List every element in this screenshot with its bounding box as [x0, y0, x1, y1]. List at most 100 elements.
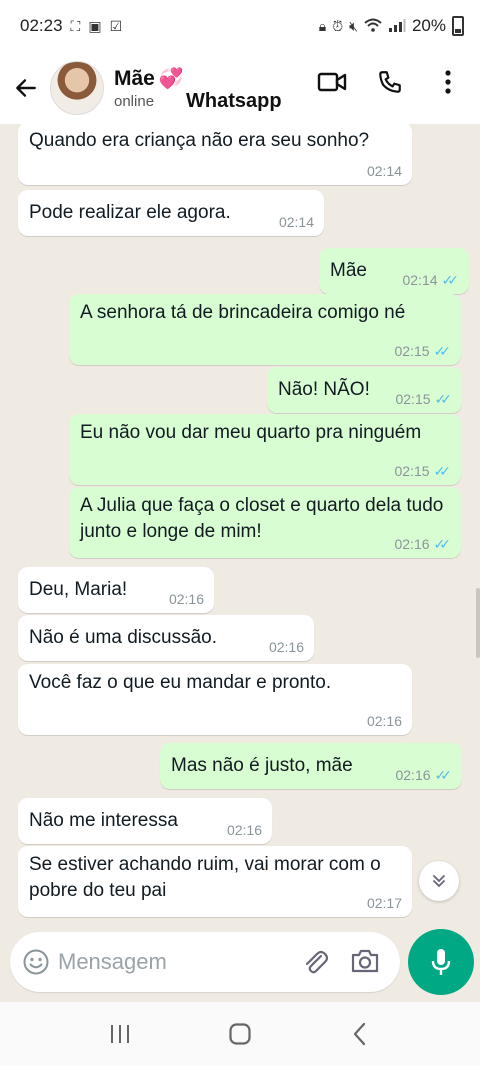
message-text: Não! NÃO! [278, 379, 370, 400]
message-time: 02:16 [395, 767, 431, 783]
emoji-icon [23, 949, 49, 975]
message-text: Eu não vou dar meu quarto pra ninguém [80, 422, 422, 443]
message-composer [10, 932, 400, 992]
attach-button[interactable] [300, 947, 330, 977]
more-options-button[interactable] [430, 64, 466, 100]
more-vertical-icon [445, 70, 451, 94]
message-meta: 02:16 [227, 822, 262, 838]
voice-message-button[interactable] [408, 929, 474, 995]
message-time: 02:16 [366, 713, 402, 729]
read-receipt-icon: ✓✓ [433, 463, 452, 479]
camera-icon [351, 949, 379, 973]
message-text: Deu, Maria! [29, 579, 128, 600]
message-meta: 02:16 [367, 713, 402, 729]
incoming-message[interactable]: Você faz o que eu mandar e pronto. 02:16 [18, 664, 412, 735]
message-text: Quando era criança não era seu sonho? [29, 130, 370, 151]
message-time: 02:15 [394, 463, 430, 479]
home-icon [229, 1023, 251, 1045]
check-notification-icon: ☑ [109, 18, 123, 34]
outgoing-message[interactable]: A senhora tá de brincadeira comigo né 02:… [69, 294, 461, 365]
voice-call-button[interactable] [372, 64, 408, 100]
outgoing-message[interactable]: A Julia que faça o closet e quarto dela … [69, 487, 461, 558]
outgoing-message[interactable]: Não! NÃO! 02:15 ✓✓ [267, 367, 462, 413]
contact-name: Mãe [114, 66, 155, 90]
message-meta: 02:16 [269, 639, 304, 655]
message-meta: 02:14 ✓✓ [402, 272, 459, 288]
incoming-message[interactable]: Deu, Maria! 02:16 [18, 567, 214, 613]
message-time: 02:15 [395, 391, 431, 407]
read-receipt-icon: ✓✓ [433, 536, 452, 552]
message-text: A senhora tá de brincadeira comigo né [80, 302, 406, 323]
message-text: Mas não é justo, mãe [171, 755, 353, 776]
message-time: 02:14 [278, 214, 314, 230]
incoming-message[interactable]: Não é uma discussão. 02:16 [18, 615, 314, 661]
message-meta: 02:14 [279, 214, 314, 230]
header-actions [314, 62, 466, 102]
message-time: 02:16 [226, 822, 262, 838]
message-meta: 02:15 ✓✓ [394, 343, 451, 359]
message-time: 02:14 [402, 272, 438, 288]
read-receipt-icon: ✓✓ [433, 343, 452, 359]
incoming-message[interactable]: Quando era criança não era seu sonho? 02:… [18, 124, 412, 185]
status-bar: 02:23 ⛶ ▣ ☑ 🔒︎ ⏰︎ 🔇︎ 20% [0, 0, 480, 52]
chevron-left-icon [353, 1022, 366, 1046]
message-meta: 02:14 [367, 163, 402, 179]
camera-button[interactable] [350, 947, 380, 977]
message-time: 02:15 [394, 343, 430, 359]
video-camera-icon [317, 72, 347, 92]
wifi-icon [364, 18, 382, 34]
contact-status: online [114, 93, 155, 110]
signal-icon [388, 18, 406, 34]
chat-scrollbar[interactable] [476, 588, 480, 658]
message-meta: 02:16 ✓✓ [395, 767, 452, 783]
message-text: Não me interessa [29, 810, 178, 831]
outgoing-message[interactable]: Mas não é justo, mãe 02:16 ✓✓ [160, 743, 462, 789]
message-meta: 02:15 ✓✓ [394, 463, 451, 479]
heart-emoji-icon: 💞 [158, 68, 184, 90]
alarm-icon: ⏰︎ [332, 18, 344, 34]
incoming-message[interactable]: Se estiver achando ruim, vai morar com o… [18, 846, 412, 917]
emoji-button[interactable] [22, 948, 50, 976]
back-button[interactable] [4, 66, 48, 110]
status-time: 02:23 [20, 16, 63, 35]
message-text: Se estiver achando ruim, vai morar com o… [29, 854, 381, 901]
home-button[interactable] [220, 1014, 260, 1054]
message-time: 02:16 [168, 591, 204, 607]
message-text: Você faz o que eu mandar e pronto. [29, 672, 332, 693]
scroll-to-bottom-button[interactable] [419, 861, 459, 901]
message-meta: 02:16 ✓✓ [394, 536, 451, 552]
message-time: 02:16 [394, 536, 430, 552]
read-receipt-icon: ✓✓ [434, 767, 453, 783]
system-navigation-bar [0, 1002, 480, 1066]
incoming-message[interactable]: Pode realizar ele agora. 02:14 [18, 190, 324, 236]
outgoing-message[interactable]: Mãe 02:14 ✓✓ [319, 248, 469, 294]
message-meta: 02:16 [169, 591, 204, 607]
message-meta: 02:15 ✓✓ [395, 391, 452, 407]
overlay-title: Whatsapp [186, 90, 282, 112]
read-receipt-icon: ✓✓ [434, 391, 453, 407]
battery-percent: 20% [411, 16, 446, 35]
rcs-icon: ▣ [88, 18, 102, 34]
contact-avatar[interactable] [50, 61, 104, 115]
incoming-message[interactable]: Não me interessa 02:16 [18, 798, 272, 844]
screenshot-icon: ⛶ [70, 18, 81, 34]
message-text: Pode realizar ele agora. [29, 202, 231, 223]
back-nav-button[interactable] [340, 1014, 380, 1054]
battery-icon [452, 16, 464, 36]
arrow-left-icon [16, 79, 36, 97]
contact-info[interactable]: Mãe 💞 online [114, 66, 184, 111]
message-text: Mãe [330, 260, 367, 281]
paperclip-icon [305, 950, 329, 974]
double-chevron-down-icon [433, 875, 445, 888]
message-text: Não é uma discussão. [29, 627, 217, 648]
message-list[interactable]: Quando era criança não era seu sonho? 02:… [0, 124, 480, 930]
microphone-icon [431, 949, 451, 975]
message-time: 02:16 [268, 639, 304, 655]
recents-icon [111, 1025, 129, 1043]
message-input[interactable] [58, 946, 278, 978]
message-time: 02:17 [366, 895, 402, 911]
recent-apps-button[interactable] [100, 1014, 140, 1054]
video-call-button[interactable] [314, 64, 350, 100]
mute-icon: 🔇︎ [349, 18, 358, 34]
outgoing-message[interactable]: Eu não vou dar meu quarto pra ninguém 02:… [69, 414, 461, 485]
